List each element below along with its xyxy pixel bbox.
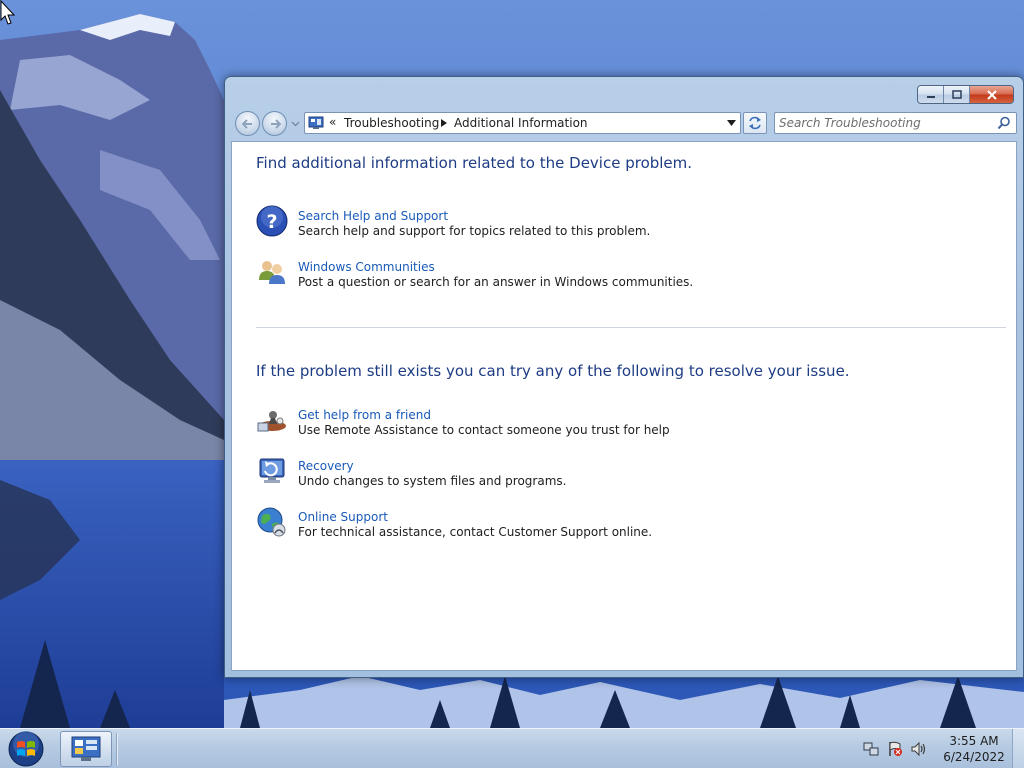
get-help-friend-link[interactable]: Get help from a friend (298, 408, 431, 422)
caption-buttons (917, 85, 1014, 104)
navigation-buttons (233, 110, 301, 138)
control-panel-icon (71, 736, 101, 761)
breadcrumb-additional-information[interactable]: Additional Information (454, 116, 588, 130)
windows-start-orb-icon (8, 731, 44, 767)
refresh-button[interactable] (743, 112, 767, 134)
back-button[interactable] (235, 111, 260, 136)
control-panel-icon (308, 116, 324, 129)
taskbar-separator (116, 733, 118, 765)
search-icon[interactable] (997, 116, 1011, 130)
minimize-icon (926, 95, 935, 98)
svg-text:?: ? (266, 211, 277, 233)
start-button[interactable] (4, 730, 48, 768)
search-help-link[interactable]: Search Help and Support (298, 209, 448, 223)
recovery-description: Undo changes to system files and program… (298, 474, 567, 488)
forward-button[interactable] (262, 111, 287, 136)
list-item-get-help-from-friend: Get help from a friend Use Remote Assist… (256, 404, 956, 444)
windows-communities-link[interactable]: Windows Communities (298, 260, 435, 274)
minimize-button[interactable] (918, 86, 944, 103)
online-support-icon[interactable] (256, 506, 288, 538)
breadcrumb-troubleshooting[interactable]: Troubleshooting (344, 116, 439, 130)
online-support-description: For technical assistance, contact Custom… (298, 525, 653, 539)
online-support-link[interactable]: Online Support (298, 510, 388, 524)
forward-arrow-icon (270, 118, 281, 129)
communities-icon[interactable] (256, 256, 288, 288)
address-dropdown-icon[interactable] (727, 120, 736, 126)
address-bar[interactable]: « Troubleshooting Additional Information (304, 112, 741, 134)
network-icon[interactable] (862, 740, 880, 758)
heading-resolve-issue: If the problem still exists you can try … (256, 362, 850, 380)
maximize-icon (951, 89, 962, 99)
content-pane: Find additional information related to t… (231, 141, 1017, 671)
back-arrow-icon (241, 118, 252, 129)
recovery-link[interactable]: Recovery (298, 459, 354, 473)
system-tray (862, 739, 928, 759)
clock-date: 6/24/2022 (943, 750, 1005, 764)
taskbar: 3:55 AM 6/24/2022 (0, 728, 1024, 768)
search-input[interactable] (779, 115, 989, 131)
troubleshooting-window: « Troubleshooting Additional Information… (224, 76, 1024, 678)
action-center-icon[interactable] (886, 740, 904, 758)
close-icon (986, 89, 997, 100)
breadcrumb-chevron-icon[interactable] (441, 119, 447, 127)
list-item-recovery: Recovery Undo changes to system files an… (256, 455, 956, 495)
list-item-windows-communities: Windows Communities Post a question or s… (256, 256, 956, 296)
list-item-search-help: ? Search Help and Support Search help an… (256, 205, 956, 245)
refresh-icon (749, 116, 761, 130)
taskbar-clock[interactable]: 3:55 AM 6/24/2022 (938, 733, 1010, 765)
heading-additional-information: Find additional information related to t… (256, 154, 693, 172)
list-item-online-support: Online Support For technical assistance,… (256, 506, 956, 546)
windows-communities-description: Post a question or search for an answer … (298, 275, 694, 289)
show-desktop-button[interactable] (1012, 729, 1024, 768)
help-icon[interactable]: ? (256, 205, 288, 237)
mouse-cursor-icon (0, 0, 16, 25)
recovery-icon[interactable] (256, 455, 288, 487)
search-box[interactable] (774, 112, 1017, 134)
breadcrumb-overflow[interactable]: « (329, 115, 336, 129)
volume-icon[interactable] (910, 740, 928, 758)
get-help-friend-description: Use Remote Assistance to contact someone… (298, 423, 670, 437)
maximize-button[interactable] (944, 86, 970, 103)
close-button[interactable] (970, 86, 1013, 103)
taskbar-app-control-panel[interactable] (60, 731, 112, 767)
search-help-description: Search help and support for topics relat… (298, 224, 651, 238)
recent-pages-dropdown-icon[interactable] (291, 119, 300, 128)
remote-assistance-icon[interactable] (256, 404, 288, 436)
clock-time: 3:55 AM (949, 734, 999, 748)
section-divider (256, 327, 1006, 328)
